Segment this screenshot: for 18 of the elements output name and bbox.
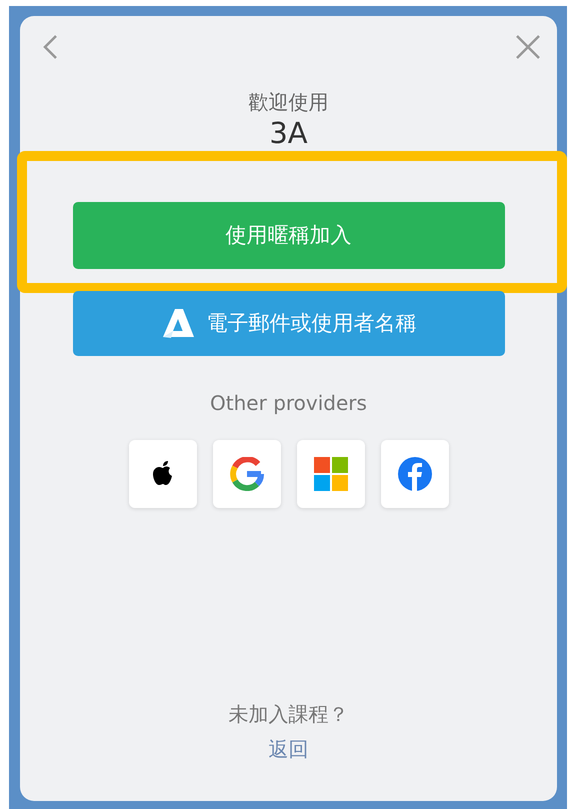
logo-icon bbox=[160, 307, 194, 340]
close-icon[interactable] bbox=[515, 34, 541, 60]
other-providers-label: Other providers bbox=[210, 390, 367, 415]
google-icon bbox=[230, 456, 264, 491]
not-joined-text: 未加入課程？ bbox=[228, 701, 348, 728]
back-link[interactable]: 返回 bbox=[268, 736, 308, 763]
microsoft-login-button[interactable] bbox=[296, 440, 364, 508]
windows-icon bbox=[314, 456, 348, 491]
welcome-title: 歡迎使用 bbox=[248, 90, 328, 114]
class-name: 3A bbox=[269, 118, 308, 150]
facebook-icon bbox=[398, 456, 432, 491]
nickname-join-button[interactable]: 使用暱稱加入 bbox=[72, 202, 504, 269]
back-icon[interactable] bbox=[42, 34, 58, 60]
facebook-login-button[interactable] bbox=[380, 440, 448, 508]
apple-icon bbox=[150, 460, 174, 488]
apple-login-button[interactable] bbox=[128, 440, 196, 508]
account-login-button[interactable]: 電子郵件或使用者名稱 bbox=[72, 290, 504, 356]
google-login-button[interactable] bbox=[212, 440, 280, 508]
